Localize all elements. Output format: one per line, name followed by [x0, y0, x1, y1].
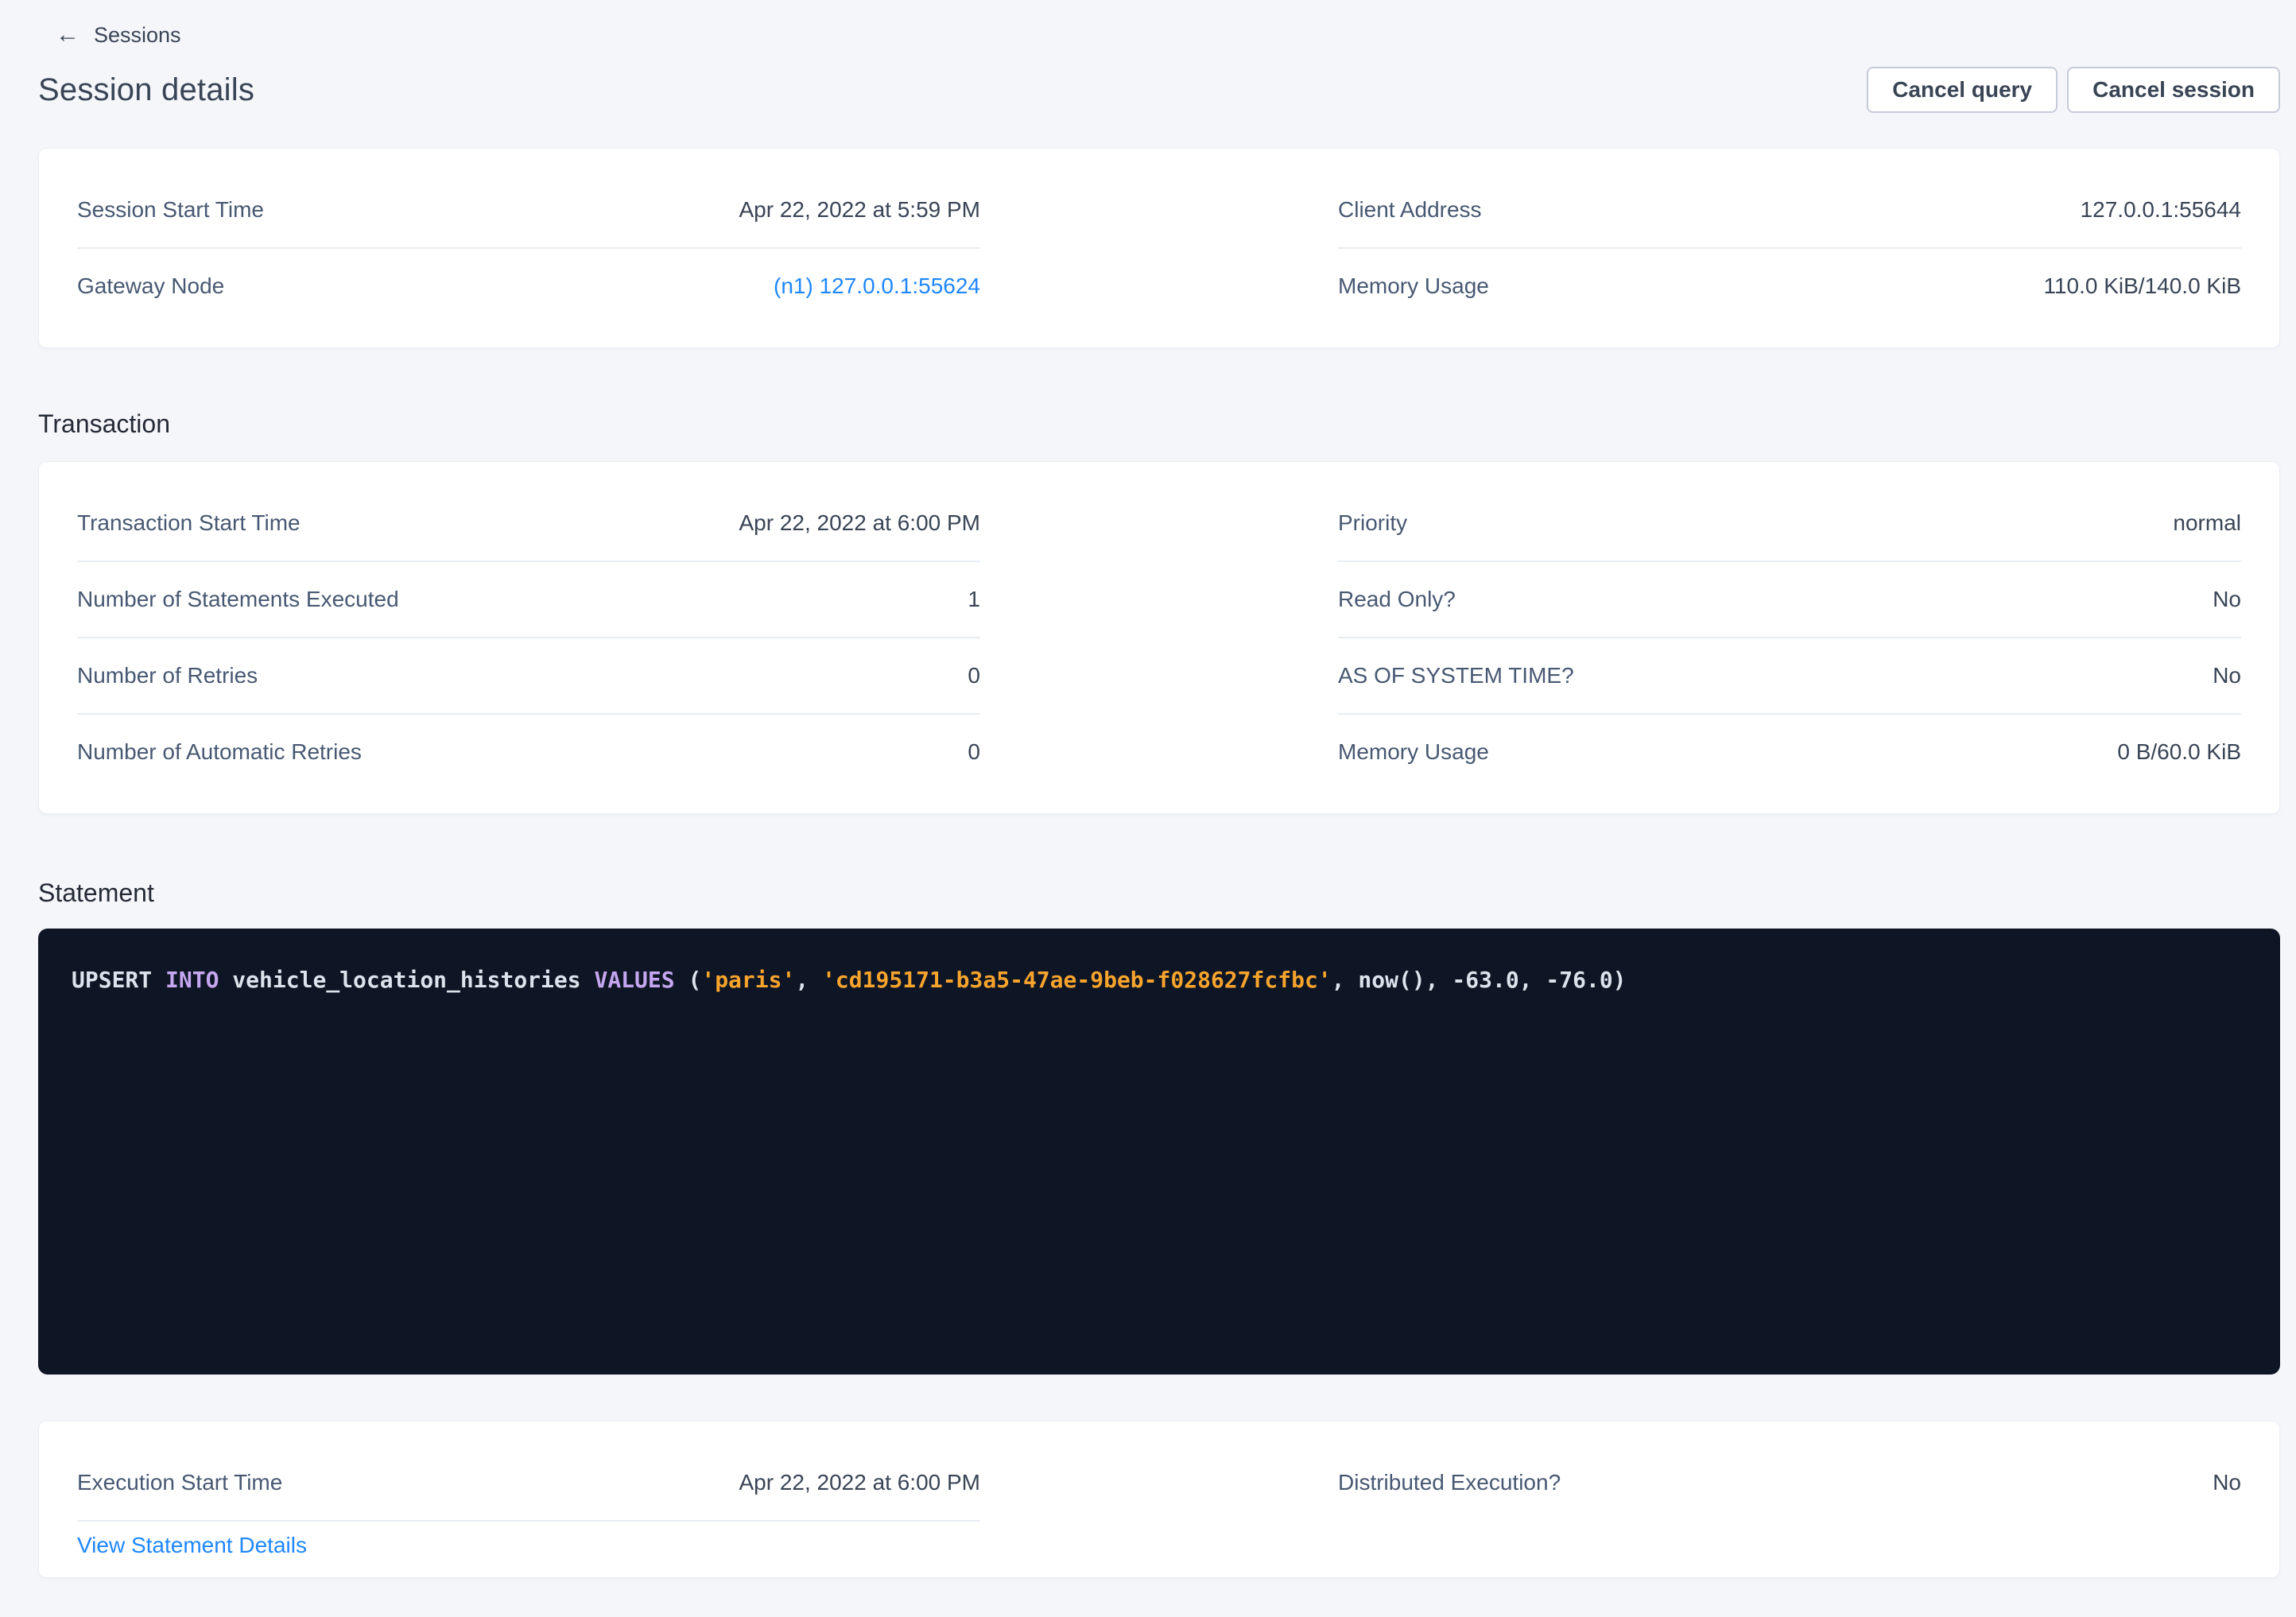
- kv-label-transaction-start-time: Transaction Start Time: [77, 510, 301, 537]
- sql-token-string: 'paris': [701, 967, 795, 993]
- kv-value-client-address: 127.0.0.1:55644: [2081, 196, 2241, 223]
- page-title: Session details: [38, 72, 254, 108]
- back-arrow-icon: ←: [56, 22, 80, 48]
- kv-label-as-of-system-time: AS OF SYSTEM TIME?: [1338, 662, 1574, 689]
- kv-row-transaction-start-time: Transaction Start Time Apr 22, 2022 at 6:…: [77, 486, 980, 560]
- kv-row-as-of-system-time: AS OF SYSTEM TIME? No: [1338, 637, 2241, 713]
- header-actions: Cancel query Cancel session: [1867, 67, 2280, 113]
- kv-value-memory-usage: 110.0 KiB/140.0 KiB: [2043, 273, 2241, 300]
- cancel-session-button[interactable]: Cancel session: [2067, 67, 2280, 113]
- statement-heading: Statement: [38, 879, 2280, 906]
- kv-value-priority: normal: [2173, 510, 2241, 537]
- kv-label-distributed-execution: Distributed Execution?: [1338, 1469, 1561, 1496]
- kv-value-transaction-start-time: Apr 22, 2022 at 6:00 PM: [739, 510, 980, 537]
- link-row: View Statement Details: [77, 1522, 980, 1558]
- kv-row-session-start-time: Session Start Time Apr 22, 2022 at 5:59 P…: [77, 173, 980, 247]
- kv-label-execution-start-time: Execution Start Time: [77, 1469, 282, 1496]
- session-card-right-column: Client Address 127.0.0.1:55644 Memory Usag…: [1338, 173, 2241, 324]
- sql-token-plain: ,: [795, 967, 822, 993]
- kv-row-number-of-statements-executed: Number of Statements Executed 1: [77, 560, 980, 637]
- execution-card-right-column: Distributed Execution? No: [1338, 1445, 2241, 1558]
- kv-label-memory-usage: Memory Usage: [1338, 273, 1489, 300]
- kv-label-client-address: Client Address: [1338, 196, 1482, 223]
- sql-statement-block: UPSERT INTO vehicle_location_histories V…: [38, 929, 2280, 1375]
- kv-label-number-of-retries: Number of Retries: [77, 662, 258, 689]
- transaction-card: Transaction Start Time Apr 22, 2022 at 6:…: [38, 461, 2280, 814]
- kv-value-read-only: No: [2213, 586, 2241, 613]
- link-gateway-node[interactable]: (n1) 127.0.0.1:55624: [774, 273, 980, 300]
- sql-token-string: 'cd195171-b3a5-47ae-9beb-f028627fcfbc': [822, 967, 1332, 993]
- kv-value-as-of-system-time: No: [2213, 662, 2241, 689]
- session-summary-card: Session Start Time Apr 22, 2022 at 5:59 P…: [38, 148, 2280, 348]
- kv-row-number-of-retries: Number of Retries 0: [77, 637, 980, 713]
- execution-card: Execution Start Time Apr 22, 2022 at 6:00…: [38, 1421, 2280, 1578]
- kv-label-gateway-node: Gateway Node: [77, 273, 224, 300]
- sql-token-keyword: INTO: [165, 967, 219, 993]
- kv-row-number-of-automatic-retries: Number of Automatic Retries 0: [77, 713, 980, 789]
- breadcrumb-label: Sessions: [94, 22, 181, 48]
- kv-row-client-address: Client Address 127.0.0.1:55644: [1338, 173, 2241, 247]
- breadcrumb-back-sessions[interactable]: ← Sessions: [56, 22, 181, 48]
- sql-token-keyword: VALUES: [594, 967, 674, 993]
- page-header: Session details Cancel query Cancel sess…: [38, 67, 2280, 113]
- kv-value-execution-start-time: Apr 22, 2022 at 6:00 PM: [739, 1469, 980, 1496]
- kv-label-priority: Priority: [1338, 510, 1407, 537]
- session-card-left-column: Session Start Time Apr 22, 2022 at 5:59 P…: [77, 173, 980, 324]
- sql-token-plain: (: [675, 967, 702, 993]
- kv-row-priority: Priority normal: [1338, 486, 2241, 560]
- kv-row-gateway-node: Gateway Node (n1) 127.0.0.1:55624: [77, 247, 980, 324]
- kv-row-distributed-execution: Distributed Execution? No: [1338, 1445, 2241, 1520]
- session-details-page: ← Sessions Session details Cancel query …: [0, 22, 2296, 1578]
- kv-value-session-start-time: Apr 22, 2022 at 5:59 PM: [739, 196, 980, 223]
- kv-value-number-of-retries: 0: [968, 662, 980, 689]
- kv-label-read-only: Read Only?: [1338, 586, 1456, 613]
- kv-label-memory-usage: Memory Usage: [1338, 739, 1489, 766]
- kv-label-number-of-automatic-retries: Number of Automatic Retries: [77, 739, 362, 766]
- kv-row-read-only: Read Only? No: [1338, 560, 2241, 637]
- kv-value-number-of-automatic-retries: 0: [968, 739, 980, 766]
- kv-value-number-of-statements-executed: 1: [968, 586, 980, 613]
- kv-value-distributed-execution: No: [2213, 1469, 2241, 1496]
- sql-token-plain: , now(), -63.0, -76.0): [1332, 967, 1627, 993]
- kv-row-memory-usage: Memory Usage 110.0 KiB/140.0 KiB: [1338, 247, 2241, 324]
- kv-row-execution-start-time: Execution Start Time Apr 22, 2022 at 6:00…: [77, 1445, 980, 1522]
- sql-token-plain: UPSERT: [72, 967, 165, 993]
- execution-rows: Execution Start Time Apr 22, 2022 at 6:00…: [77, 1445, 980, 1522]
- cancel-query-button[interactable]: Cancel query: [1867, 67, 2057, 113]
- execution-card-left-column: Execution Start Time Apr 22, 2022 at 6:00…: [77, 1445, 980, 1558]
- kv-value-memory-usage: 0 B/60.0 KiB: [2117, 739, 2241, 766]
- kv-label-session-start-time: Session Start Time: [77, 196, 264, 223]
- transaction-card-left-column: Transaction Start Time Apr 22, 2022 at 6:…: [77, 486, 980, 789]
- kv-row-memory-usage: Memory Usage 0 B/60.0 KiB: [1338, 713, 2241, 789]
- view-statement-details-link[interactable]: View Statement Details: [77, 1533, 307, 1558]
- transaction-card-right-column: PrioritynormalRead Only?NoAS OF SYSTEM T…: [1338, 486, 2241, 789]
- transaction-heading: Transaction: [38, 410, 2280, 437]
- sql-token-plain: vehicle_location_histories: [219, 967, 594, 993]
- kv-label-number-of-statements-executed: Number of Statements Executed: [77, 586, 399, 613]
